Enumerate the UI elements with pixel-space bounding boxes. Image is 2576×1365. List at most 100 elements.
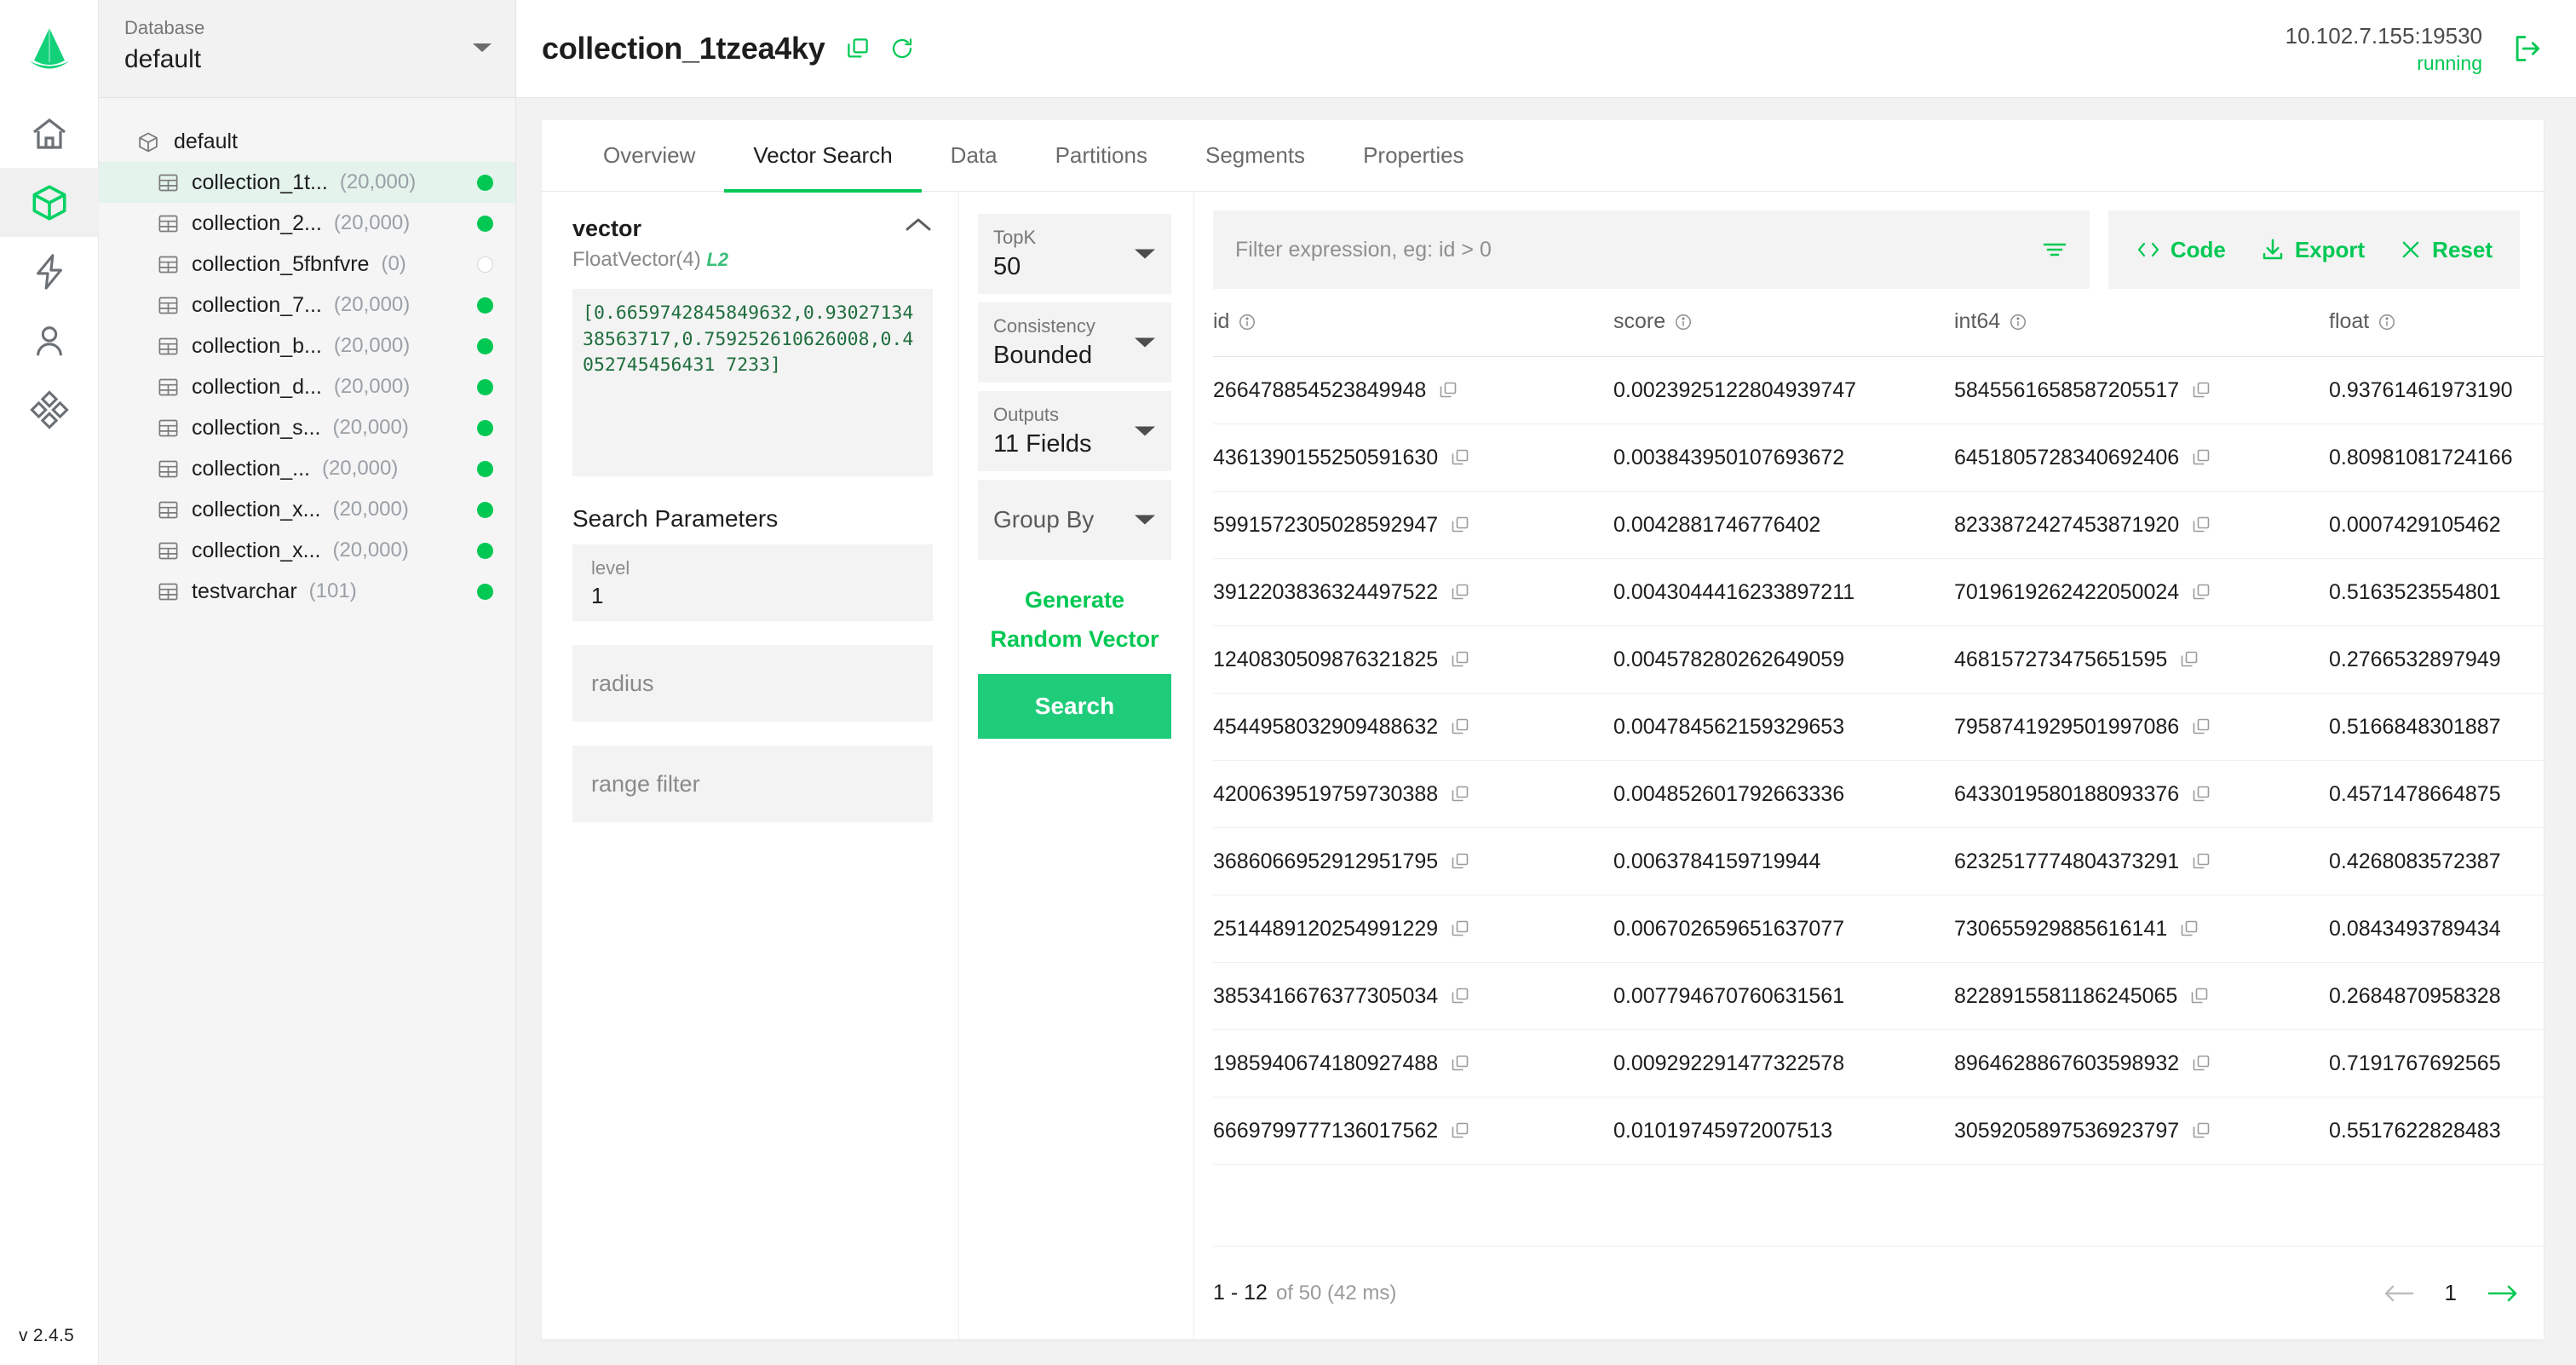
column-header-score[interactable]: score bbox=[1613, 309, 1954, 357]
collection-list-item[interactable]: testvarchar(101) bbox=[99, 571, 515, 612]
group-by-label: Group By bbox=[993, 504, 1156, 536]
table-row[interactable]: 42006395197597303880.0048526017926633366… bbox=[1213, 761, 2544, 828]
table-row[interactable]: 2664788545238499480.00239251228049397475… bbox=[1213, 357, 2544, 424]
next-page-button[interactable] bbox=[2486, 1282, 2520, 1305]
copy-icon[interactable] bbox=[1450, 784, 1470, 804]
collection-list-item[interactable]: collection_1t...(20,000) bbox=[99, 162, 515, 203]
collection-list-item[interactable]: collection_x...(20,000) bbox=[99, 489, 515, 530]
copy-icon[interactable] bbox=[1450, 1120, 1470, 1141]
refresh-icon[interactable] bbox=[889, 36, 915, 61]
copy-icon[interactable] bbox=[2191, 784, 2211, 804]
tab-vector-search[interactable]: Vector Search bbox=[724, 122, 921, 193]
collection-list-item[interactable]: collection_...(20,000) bbox=[99, 448, 515, 489]
reset-button[interactable]: Reset bbox=[2382, 210, 2510, 289]
export-button[interactable]: Export bbox=[2243, 210, 2382, 289]
collection-status-dot bbox=[477, 461, 493, 477]
rail-item-collections[interactable] bbox=[0, 168, 99, 237]
topk-select[interactable]: TopK 50 bbox=[978, 214, 1171, 294]
copy-icon[interactable] bbox=[1450, 582, 1470, 602]
copy-icon[interactable] bbox=[2191, 1053, 2211, 1074]
logout-icon[interactable] bbox=[2511, 32, 2544, 65]
copy-icon[interactable] bbox=[1450, 919, 1470, 939]
rail-item-system[interactable] bbox=[0, 375, 99, 444]
table-row[interactable]: 45449580329094886320.0047845621593296537… bbox=[1213, 694, 2544, 761]
copy-icon[interactable] bbox=[2179, 649, 2199, 670]
copy-icon[interactable] bbox=[1450, 447, 1470, 468]
user-icon bbox=[30, 321, 69, 360]
copy-icon[interactable] bbox=[1450, 986, 1470, 1006]
table-icon bbox=[157, 212, 180, 235]
copy-icon[interactable] bbox=[2179, 919, 2199, 939]
generate-random-vector-button[interactable]: Generate Random Vector bbox=[978, 580, 1171, 659]
table-row[interactable]: 36860669529129517950.0063784159719944623… bbox=[1213, 828, 2544, 896]
copy-icon[interactable] bbox=[2191, 1120, 2211, 1141]
code-button[interactable]: Code bbox=[2119, 210, 2243, 289]
chevron-down-icon bbox=[471, 41, 493, 55]
copy-icon[interactable] bbox=[1450, 649, 1470, 670]
database-selector[interactable]: Database default bbox=[99, 0, 515, 98]
table-row[interactable]: 59915723050285929470.0042881746776402823… bbox=[1213, 492, 2544, 559]
column-header-float[interactable]: float bbox=[2329, 309, 2544, 357]
group-by-select[interactable]: Group By bbox=[978, 480, 1171, 560]
table-row[interactable]: 38534166763773050340.0077946707606315618… bbox=[1213, 963, 2544, 1030]
column-header-int64[interactable]: int64 bbox=[1954, 309, 2329, 357]
info-icon[interactable] bbox=[2009, 313, 2027, 331]
cell-float: 0.0843493789434 bbox=[2329, 896, 2544, 963]
cell-value: 5845561658587205517 bbox=[1954, 378, 2179, 403]
param-level-field[interactable]: level 1 bbox=[572, 544, 933, 621]
copy-icon[interactable] bbox=[2189, 986, 2210, 1006]
info-icon[interactable] bbox=[2378, 313, 2396, 331]
app-logo[interactable] bbox=[0, 0, 99, 99]
info-icon[interactable] bbox=[1674, 313, 1693, 331]
consistency-select[interactable]: Consistency Bounded bbox=[978, 302, 1171, 383]
range-filter-input[interactable]: range filter bbox=[572, 746, 933, 822]
filter-expression-input[interactable]: Filter expression, eg: id > 0 bbox=[1213, 210, 2090, 289]
copy-icon[interactable] bbox=[2191, 717, 2211, 737]
copy-icon[interactable] bbox=[2191, 515, 2211, 535]
collection-list-item[interactable]: collection_7...(20,000) bbox=[99, 285, 515, 325]
cell-id: 4200639519759730388 bbox=[1213, 761, 1613, 828]
radius-input[interactable]: radius bbox=[572, 645, 933, 722]
tab-segments[interactable]: Segments bbox=[1176, 122, 1334, 193]
copy-icon[interactable] bbox=[2191, 447, 2211, 468]
collection-list-item[interactable]: collection_b...(20,000) bbox=[99, 325, 515, 366]
tree-root-default[interactable]: default bbox=[99, 122, 515, 162]
copy-icon[interactable] bbox=[1450, 515, 1470, 535]
rail-item-home[interactable] bbox=[0, 99, 99, 168]
copy-icon[interactable] bbox=[1450, 1053, 1470, 1074]
copy-icon[interactable] bbox=[1438, 380, 1458, 400]
table-row[interactable]: 66697997771360175620.0101974597200751330… bbox=[1213, 1097, 2544, 1165]
search-button[interactable]: Search bbox=[978, 674, 1171, 739]
chevron-up-icon[interactable] bbox=[904, 216, 933, 234]
table-row[interactable]: 25144891202549912290.0067026596516370777… bbox=[1213, 896, 2544, 963]
info-icon[interactable] bbox=[1238, 313, 1256, 331]
collection-list-item[interactable]: collection_x...(20,000) bbox=[99, 530, 515, 571]
copy-icon[interactable] bbox=[1450, 851, 1470, 872]
tab-properties[interactable]: Properties bbox=[1334, 122, 1493, 193]
rail-item-queries[interactable] bbox=[0, 237, 99, 306]
tab-overview[interactable]: Overview bbox=[574, 122, 724, 193]
collection-list-item[interactable]: collection_2...(20,000) bbox=[99, 203, 515, 244]
table-row[interactable]: 39122038363244975220.0043044416233897211… bbox=[1213, 559, 2544, 626]
copy-icon[interactable] bbox=[2191, 851, 2211, 872]
outputs-select[interactable]: Outputs 11 Fields bbox=[978, 391, 1171, 471]
filter-icon[interactable] bbox=[2040, 238, 2069, 262]
previous-page-button[interactable] bbox=[2382, 1282, 2416, 1305]
copy-icon[interactable] bbox=[2191, 380, 2211, 400]
table-row[interactable]: 19859406741809274880.0092922914773225788… bbox=[1213, 1030, 2544, 1097]
column-header-id[interactable]: id bbox=[1213, 309, 1613, 357]
outputs-value: 11 Fields bbox=[993, 428, 1156, 460]
copy-icon[interactable] bbox=[845, 36, 871, 61]
table-row[interactable]: 12408305098763218250.0045782802626490594… bbox=[1213, 626, 2544, 694]
cell-value: 0.5163523554801 bbox=[2329, 580, 2501, 605]
vector-value-input[interactable]: [0.6659742845849632,0.9302713438563717,0… bbox=[572, 289, 933, 476]
collection-list-item[interactable]: collection_d...(20,000) bbox=[99, 366, 515, 407]
copy-icon[interactable] bbox=[1450, 717, 1470, 737]
tab-partitions[interactable]: Partitions bbox=[1026, 122, 1176, 193]
collection-list-item[interactable]: collection_s...(20,000) bbox=[99, 407, 515, 448]
rail-item-users[interactable] bbox=[0, 306, 99, 375]
table-row[interactable]: 43613901552505916300.0038439501076936726… bbox=[1213, 424, 2544, 492]
copy-icon[interactable] bbox=[2191, 582, 2211, 602]
tab-data[interactable]: Data bbox=[922, 122, 1026, 193]
collection-list-item[interactable]: collection_5fbnfvre(0) bbox=[99, 244, 515, 285]
